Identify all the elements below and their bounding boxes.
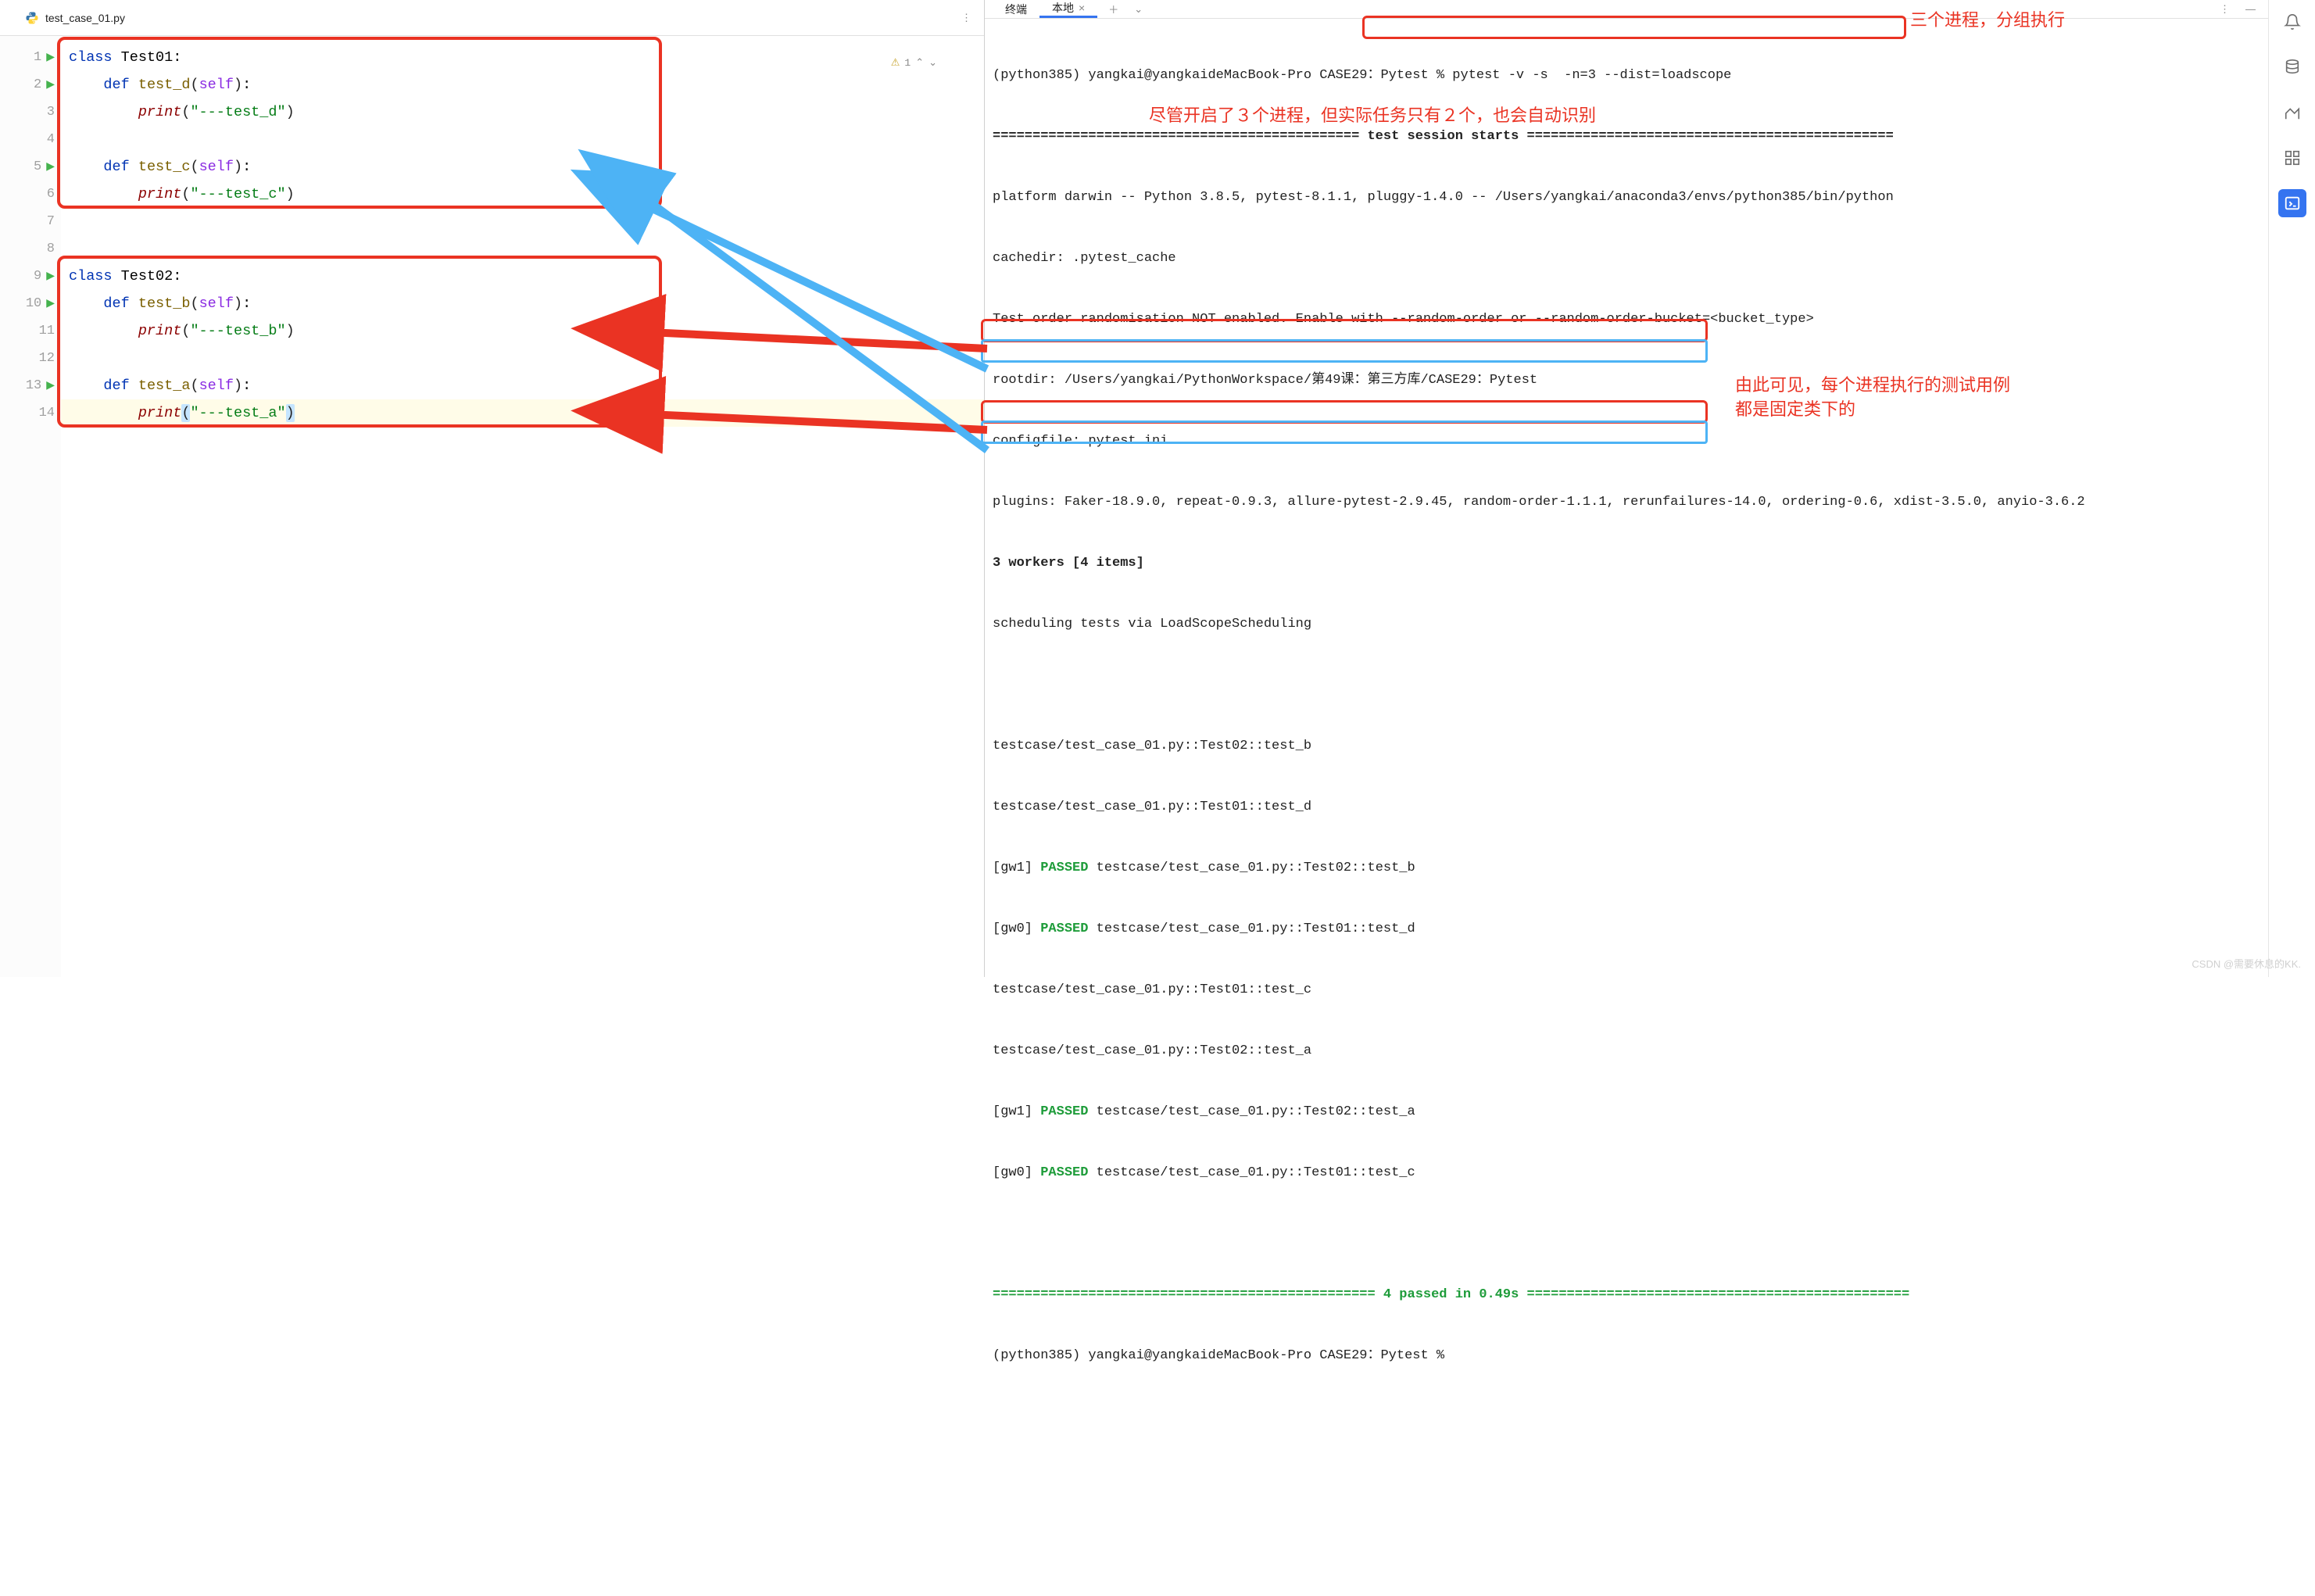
annotation-box: [981, 339, 1708, 363]
run-icon[interactable]: ▶: [46, 78, 55, 91]
sci-icon[interactable]: [2278, 98, 2306, 127]
close-icon[interactable]: ×: [1079, 2, 1085, 14]
gutter: 1▶ 2▶ 3 4 5▶ 6 7 8 9▶ 10▶ 11 12 13▶ 14: [0, 36, 61, 977]
gutter-line: 1▶: [0, 44, 61, 71]
annotation-box: [981, 400, 1708, 424]
right-sidebar: [2268, 0, 2315, 977]
database-icon[interactable]: [2278, 53, 2306, 81]
terminal-actions: ⋮ —: [2220, 3, 2268, 16]
tab-menu-icon[interactable]: ⋮: [961, 12, 971, 24]
editor-area: 1▶ 2▶ 3 4 5▶ 6 7 8 9▶ 10▶ 11 12 13▶ 14 ⚠…: [0, 36, 984, 977]
run-icon[interactable]: ▶: [46, 379, 55, 392]
tab-terminal[interactable]: 终端: [993, 0, 1039, 18]
terminal-pane: 终端 本地 × ＋ ⌄ ⋮ — (python385) yangkai@yang…: [985, 0, 2268, 977]
add-tab-button[interactable]: ＋: [1097, 2, 1129, 16]
terminal-tabs: 终端 本地 × ＋ ⌄ ⋮ —: [985, 0, 2268, 19]
editor-pane: test_case_01.py ⋮ 1▶ 2▶ 3 4 5▶ 6 7 8 9▶ …: [0, 0, 985, 977]
plugin-icon[interactable]: [2278, 144, 2306, 172]
python-icon: [25, 11, 39, 25]
editor-tab-bar: test_case_01.py ⋮: [0, 0, 984, 36]
run-icon[interactable]: ▶: [46, 297, 55, 310]
terminal-body[interactable]: (python385) yangkai@yangkaideMacBook-Pro…: [985, 19, 2268, 1596]
editor-tab-actions: ⋮: [961, 12, 984, 24]
tab-local[interactable]: 本地 ×: [1039, 0, 1097, 18]
code-line: class Test01:: [61, 44, 984, 71]
file-tab[interactable]: test_case_01.py: [9, 0, 141, 35]
minimize-icon[interactable]: —: [2245, 3, 2256, 16]
more-icon[interactable]: ⋮: [2220, 3, 2230, 16]
file-tab-label: test_case_01.py: [45, 12, 125, 24]
notifications-icon[interactable]: [2278, 8, 2306, 36]
code-surface[interactable]: ⚠ 1 ⌃ ⌄ class Test01: def test_d(self): …: [61, 36, 984, 977]
terminal-tool-icon[interactable]: [2278, 189, 2306, 217]
chevron-down-icon[interactable]: ⌄: [1129, 3, 1147, 16]
watermark: CSDN @需要休息的KK.: [2192, 956, 2301, 971]
annotation-box: [1362, 16, 1906, 39]
run-icon[interactable]: ▶: [46, 51, 55, 64]
run-icon[interactable]: ▶: [46, 160, 55, 174]
run-icon[interactable]: ▶: [46, 270, 55, 283]
